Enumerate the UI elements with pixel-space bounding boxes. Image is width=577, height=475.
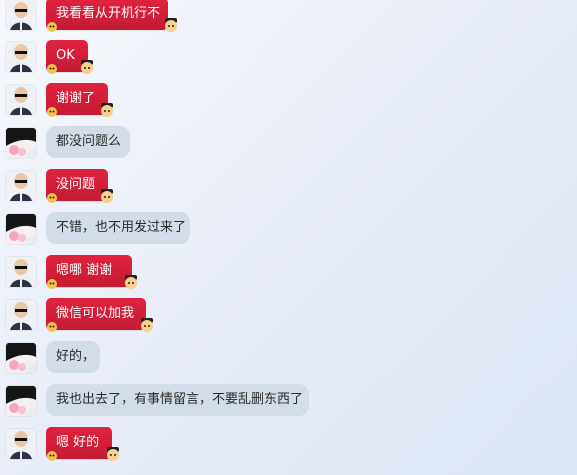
chat-message: 不错，也不用发过来了 <box>6 212 566 248</box>
message-bubble-sent[interactable]: 我看看从开机行不 <box>46 0 168 30</box>
cartoon-sticker-icon <box>46 192 58 204</box>
cartoon-character-icon <box>98 187 116 205</box>
chat-message: OK <box>6 40 566 76</box>
cartoon-sticker-icon <box>46 278 58 290</box>
cartoon-character-icon <box>98 101 116 119</box>
chat-message: 我看看从开机行不 <box>6 0 566 34</box>
bald-man-sunglasses-avatar[interactable] <box>6 171 36 201</box>
message-bubble-received[interactable]: 都没问题么 <box>46 126 130 158</box>
flower-bird-avatar[interactable] <box>6 214 36 244</box>
cartoon-sticker-icon <box>46 63 58 75</box>
cartoon-sticker-icon <box>46 450 58 462</box>
cartoon-sticker-icon <box>46 21 58 33</box>
bald-man-sunglasses-avatar[interactable] <box>6 42 36 72</box>
chat-message: 嗯哪 谢谢 <box>6 255 566 291</box>
cartoon-sticker-icon <box>46 321 58 333</box>
message-bubble-sent[interactable]: 微信可以加我 <box>46 298 146 330</box>
message-bubble-sent[interactable]: 嗯哪 谢谢 <box>46 255 132 287</box>
chat-message-list: 我看看从开机行不 OK 谢谢了 都没问题么 没问题 不错，也不用发过来了 嗯哪 … <box>0 0 577 475</box>
cartoon-sticker-icon <box>46 106 58 118</box>
chat-message: 嗯 好的 <box>6 427 566 463</box>
chat-message: 好的， <box>6 341 566 377</box>
cartoon-character-icon <box>162 16 180 34</box>
flower-bird-avatar[interactable] <box>6 343 36 373</box>
bald-man-sunglasses-avatar[interactable] <box>6 429 36 459</box>
chat-message: 都没问题么 <box>6 126 566 162</box>
cartoon-character-icon <box>78 58 96 76</box>
bald-man-sunglasses-avatar[interactable] <box>6 300 36 330</box>
message-bubble-received[interactable]: 我也出去了，有事情留言，不要乱删东西了 <box>46 384 309 416</box>
cartoon-character-icon <box>138 316 156 334</box>
cartoon-character-icon <box>122 273 140 291</box>
cartoon-character-icon <box>104 445 122 463</box>
flower-bird-avatar[interactable] <box>6 386 36 416</box>
bald-man-sunglasses-avatar[interactable] <box>6 257 36 287</box>
message-bubble-received[interactable]: 不错，也不用发过来了 <box>46 212 190 244</box>
chat-message: 微信可以加我 <box>6 298 566 334</box>
bald-man-sunglasses-avatar[interactable] <box>6 0 36 30</box>
bald-man-sunglasses-avatar[interactable] <box>6 85 36 115</box>
message-bubble-received[interactable]: 好的， <box>46 341 100 373</box>
flower-bird-avatar[interactable] <box>6 128 36 158</box>
chat-message: 没问题 <box>6 169 566 205</box>
chat-message: 谢谢了 <box>6 83 566 119</box>
chat-message: 我也出去了，有事情留言，不要乱删东西了 <box>6 384 566 420</box>
